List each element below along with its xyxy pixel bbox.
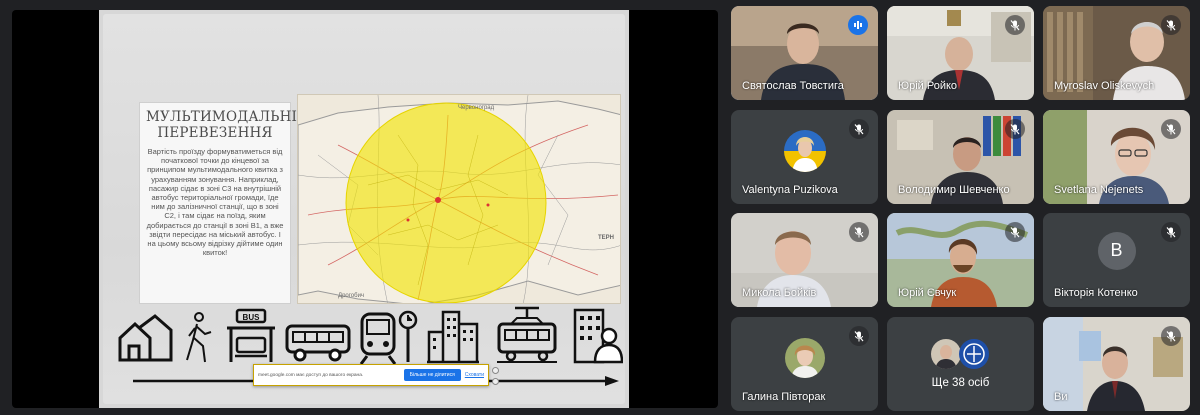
participant-name: Галина Півторак [742, 391, 826, 403]
participant-name: Myroslav Oliskevych [1054, 80, 1155, 92]
mic-off-icon [1005, 222, 1025, 242]
more-participants-tile[interactable]: Ще 38 осіб [887, 317, 1034, 411]
organization-logo-avatar [959, 339, 989, 369]
mic-off-icon [849, 222, 869, 242]
participant-name: Володимир Шевченко [898, 184, 1010, 196]
presentation-panel[interactable]: МУЛЬТИМОДАЛЬНІ ПЕРЕВЕЗЕННЯ Вартість прої… [12, 10, 718, 408]
participant-tile[interactable]: Микола Бойків [731, 213, 878, 307]
city-buildings-icon [427, 310, 479, 364]
participant-tile[interactable]: Юрій Ройко [887, 6, 1034, 100]
transport-icons-row: BUS [113, 306, 623, 366]
participant-name: Юрій Євчук [898, 287, 957, 299]
tram-icon [497, 306, 557, 363]
participant-tile[interactable]: Юрій Євчук [887, 213, 1034, 307]
participant-avatar [784, 338, 825, 379]
slide-title: МУЛЬТИМОДАЛЬНІ ПЕРЕВЕЗЕННЯ [146, 109, 298, 141]
mic-off-icon [849, 326, 869, 346]
participant-tile[interactable]: Святослав Товстига [731, 6, 878, 100]
meet-stage: МУЛЬТИМОДАЛЬНІ ПЕРЕВЕЗЕННЯ Вартість прої… [0, 0, 1200, 415]
hide-share-bar-link[interactable]: Сховати [465, 372, 484, 378]
participant-tile[interactable]: В Вікторія Котенко [1043, 213, 1190, 307]
participant-initial-avatar: В [1097, 231, 1136, 270]
slide-body-text: Вартість проїзду формуватиметься від поч… [146, 147, 284, 258]
participant-tile[interactable]: Myroslav Oliskevych [1043, 6, 1190, 100]
share-bar-side-controls [490, 365, 500, 387]
walking-person-icon [186, 312, 212, 363]
screen-share-bar: meet.google.com має доступ до вашого екр… [253, 364, 499, 386]
mic-off-icon [1161, 326, 1181, 346]
slide-canvas: МУЛЬТИМОДАЛЬНІ ПЕРЕВЕЗЕННЯ Вартість прої… [103, 14, 625, 404]
map-label-southwest: Дрогобич [338, 293, 365, 299]
houses-icon [118, 314, 173, 362]
participant-name: Svetlana Nejenets [1054, 184, 1144, 196]
map-label-north: Червоноград [458, 105, 495, 111]
mic-off-icon [1005, 15, 1025, 35]
region-map-image: Червоноград Дрогобич ТЕРН [297, 94, 621, 304]
participant-name: Вікторія Котенко [1054, 287, 1138, 299]
participant-name: Юрій Ройко [898, 80, 958, 92]
presentation-slide: МУЛЬТИМОДАЛЬНІ ПЕРЕВЕЗЕННЯ Вартість прої… [99, 10, 629, 408]
slide-text-card: МУЛЬТИМОДАЛЬНІ ПЕРЕВЕЗЕННЯ Вартість прої… [139, 102, 298, 304]
stop-sharing-button[interactable]: Більше не ділитися [403, 369, 461, 381]
svg-text:BUS: BUS [243, 313, 261, 322]
speaking-indicator-icon [848, 15, 868, 35]
participant-avatar [783, 130, 826, 173]
station-clock-icon [398, 310, 418, 362]
settings-icon[interactable] [491, 367, 499, 374]
more-participants-count: Ще 38 осіб [931, 377, 990, 389]
participant-name: Микола Бойків [742, 287, 817, 299]
bus-stop-icon: BUS [227, 308, 275, 362]
bus-icon [285, 324, 351, 362]
train-icon [359, 312, 397, 364]
participant-avatar [931, 339, 961, 369]
share-indicator-icon [491, 378, 499, 385]
participant-tile[interactable]: Галина Півторак [731, 317, 878, 411]
mic-off-icon [849, 119, 869, 139]
participant-name: Святослав Товстига [742, 80, 844, 92]
mic-off-icon [1161, 222, 1181, 242]
office-worker-icon [573, 308, 623, 364]
mic-off-icon [1161, 15, 1181, 35]
mic-off-icon [1161, 119, 1181, 139]
mic-off-icon [1005, 119, 1025, 139]
self-view-tile[interactable]: Ви [1043, 317, 1190, 411]
participant-name: Valentyna Puzikova [742, 184, 838, 196]
participant-tile[interactable]: Svetlana Nejenets [1043, 110, 1190, 204]
participant-tile[interactable]: Володимир Шевченко [887, 110, 1034, 204]
map-label-east: ТЕРН [598, 235, 615, 241]
participant-tile[interactable]: Valentyna Puzikova [731, 110, 878, 204]
screen-share-message: meet.google.com має доступ до вашого екр… [258, 372, 364, 378]
participant-name: Ви [1054, 391, 1068, 403]
